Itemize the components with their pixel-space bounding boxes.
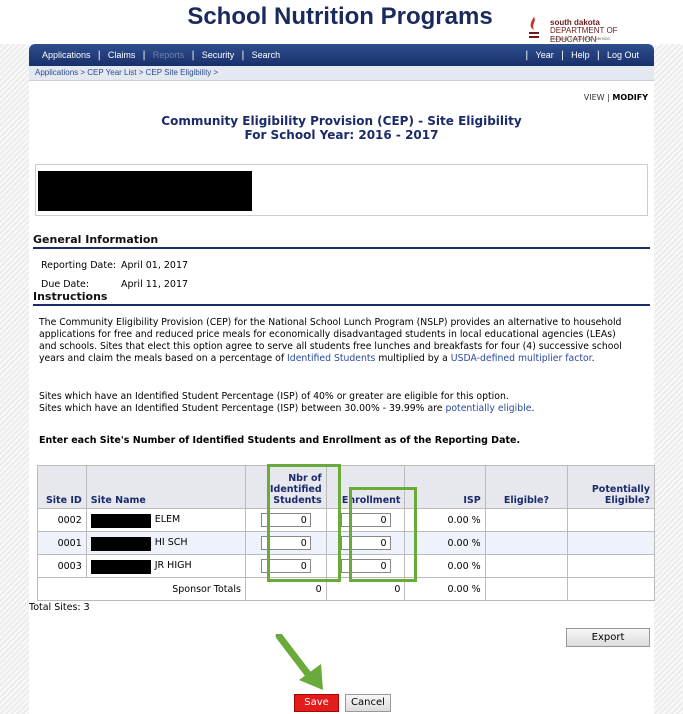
redacted-site-name [90, 537, 151, 551]
general-info-heading: General Information [33, 233, 650, 249]
eligible-cell [484, 508, 569, 532]
instructions-paragraph-2: Sites which have an Identified Student P… [39, 391, 623, 415]
table-row: 0003 JR HIGH 0 0 0.00 % [37, 554, 655, 578]
reporting-date-value: April 01, 2017 [121, 260, 189, 271]
annotation-arrow-icon [275, 634, 323, 690]
site-id-cell: 0002 [37, 508, 87, 532]
potentially-eligible-cell [567, 508, 655, 532]
identified-students-link[interactable]: Identified Students [287, 353, 375, 364]
usda-multiplier-link[interactable]: USDA-defined multiplier factor [451, 353, 592, 364]
flame-logo-icon [529, 17, 539, 38]
sd-education-logo: south dakota DEPARTMENT OF EDUCATION Lea… [518, 12, 660, 46]
col-site-id: Site ID [37, 465, 87, 509]
view-mode-toggle: VIEW | MODIFY [584, 93, 648, 102]
export-button[interactable]: Export [566, 628, 650, 647]
highlight-enrollment-column [349, 487, 417, 582]
breadcrumb-separator: > [213, 68, 219, 77]
site-name-cell: JR HIGH [85, 554, 246, 578]
col-potentially-line1: Potentially [591, 484, 650, 495]
col-eligible: Eligible? [484, 465, 569, 509]
enter-instructions: Enter each Site's Number of Identified S… [39, 435, 521, 446]
site-name-cell: HI SCH [85, 531, 246, 555]
cancel-button[interactable]: Cancel [345, 694, 391, 712]
table-header-row: Site ID Site Name Nbr of Identified Stud… [37, 465, 655, 509]
eligibility-rule-2: Sites which have an Identified Student P… [39, 403, 623, 415]
site-name-suffix: ELEM [154, 514, 181, 525]
view-mode-separator: | [607, 93, 610, 102]
logo-text-dept: DEPARTMENT OF EDUCATION [550, 26, 618, 44]
nav-right-group: | Year | Help | Log Out [525, 44, 646, 66]
sponsor-totals-label: Sponsor Totals [37, 577, 246, 601]
due-date-label: Due Date: [41, 279, 90, 290]
eligibility-rule-2-text: Sites which have an Identified Student P… [39, 403, 446, 414]
view-link[interactable]: VIEW [584, 93, 605, 102]
breadcrumb-trail: Applications > CEP Year List > CEP Site … [35, 68, 218, 77]
col-potentially-line2: Eligible? [604, 495, 650, 506]
save-button[interactable]: Save [294, 694, 339, 712]
due-date-value: April 11, 2017 [121, 279, 189, 290]
instructions-text: multiplied by a [375, 353, 451, 364]
potentially-eligible-cell [567, 554, 655, 578]
header-banner: School Nutrition Programs south dakota D… [0, 0, 683, 46]
highlight-identified-column [267, 464, 341, 582]
eligibility-rule-2-period: . [531, 403, 535, 414]
nav-search[interactable]: Search [245, 50, 288, 60]
site-name-suffix: JR HIGH [154, 560, 192, 571]
eligible-cell [484, 531, 569, 555]
modify-link[interactable]: MODIFY [612, 93, 648, 102]
sponsor-info-box [35, 164, 648, 216]
nav-reports: Reports [152, 50, 185, 60]
nav-applications[interactable]: Applications [35, 50, 98, 60]
page-title: Community Eligibility Provision (CEP) - … [29, 114, 654, 142]
instructions-text: . [591, 353, 595, 364]
totals-row: Sponsor Totals 0 0 0.00 % [37, 577, 655, 601]
redacted-site-name [90, 514, 151, 528]
instructions-heading: Instructions [33, 290, 650, 306]
nav-left-group: Applications | Claims | Reports | Securi… [35, 44, 287, 66]
breadcrumb-separator: > [138, 68, 144, 77]
breadcrumb: Applications > CEP Year List > CEP Site … [29, 66, 654, 81]
nav-log-out[interactable]: Log Out [600, 50, 646, 60]
page-background-right [654, 0, 683, 714]
site-eligibility-table: Site ID Site Name Nbr of Identified Stud… [37, 465, 655, 601]
nav-year[interactable]: Year [529, 50, 561, 60]
page-background-left [0, 0, 29, 714]
site-id-cell: 0001 [37, 531, 87, 555]
top-nav: Applications | Claims | Reports | Securi… [29, 44, 654, 66]
breadcrumb-applications[interactable]: Applications [35, 68, 78, 77]
breadcrumb-cep-site-eligibility[interactable]: CEP Site Eligibility [146, 68, 212, 77]
eligible-cell [484, 554, 569, 578]
site-name-cell: ELEM [85, 508, 246, 532]
breadcrumb-cep-year-list[interactable]: CEP Year List [87, 68, 136, 77]
eligibility-rule-1: Sites which have an Identified Student P… [39, 391, 509, 402]
reporting-date-label: Reporting Date: [41, 260, 117, 271]
col-site-name: Site Name [85, 465, 246, 509]
redacted-site-name [90, 560, 151, 574]
breadcrumb-separator: > [80, 68, 86, 77]
nav-security[interactable]: Security [195, 50, 242, 60]
main-frame: Applications | Claims | Reports | Securi… [29, 44, 655, 714]
nav-help[interactable]: Help [564, 50, 597, 60]
total-sites-count: Total Sites: 3 [29, 602, 90, 613]
col-potentially-eligible: Potentially Eligible? [567, 465, 655, 509]
page-title-line1: Community Eligibility Provision (CEP) - … [161, 114, 522, 128]
table-row: 0001 HI SCH 0 0 0.00 % [37, 531, 655, 555]
total-potentially-eligible [567, 577, 655, 601]
site-name-suffix: HI SCH [154, 537, 188, 548]
app-title: School Nutrition Programs [187, 3, 493, 30]
logo-tagline: Learning. Leadership. Service. [550, 36, 612, 41]
potentially-eligible-cell [567, 531, 655, 555]
table-row: 0002 ELEM 0 0 0.00 % [37, 508, 655, 532]
total-eligible [484, 577, 569, 601]
potentially-eligible-link[interactable]: potentially eligible [445, 403, 531, 414]
page-title-line2: For School Year: 2016 - 2017 [244, 128, 439, 142]
redacted-sponsor-name [38, 171, 252, 211]
nav-claims[interactable]: Claims [101, 50, 143, 60]
instructions-paragraph-1: The Community Eligibility Provision (CEP… [39, 317, 623, 365]
site-id-cell: 0003 [37, 554, 87, 578]
